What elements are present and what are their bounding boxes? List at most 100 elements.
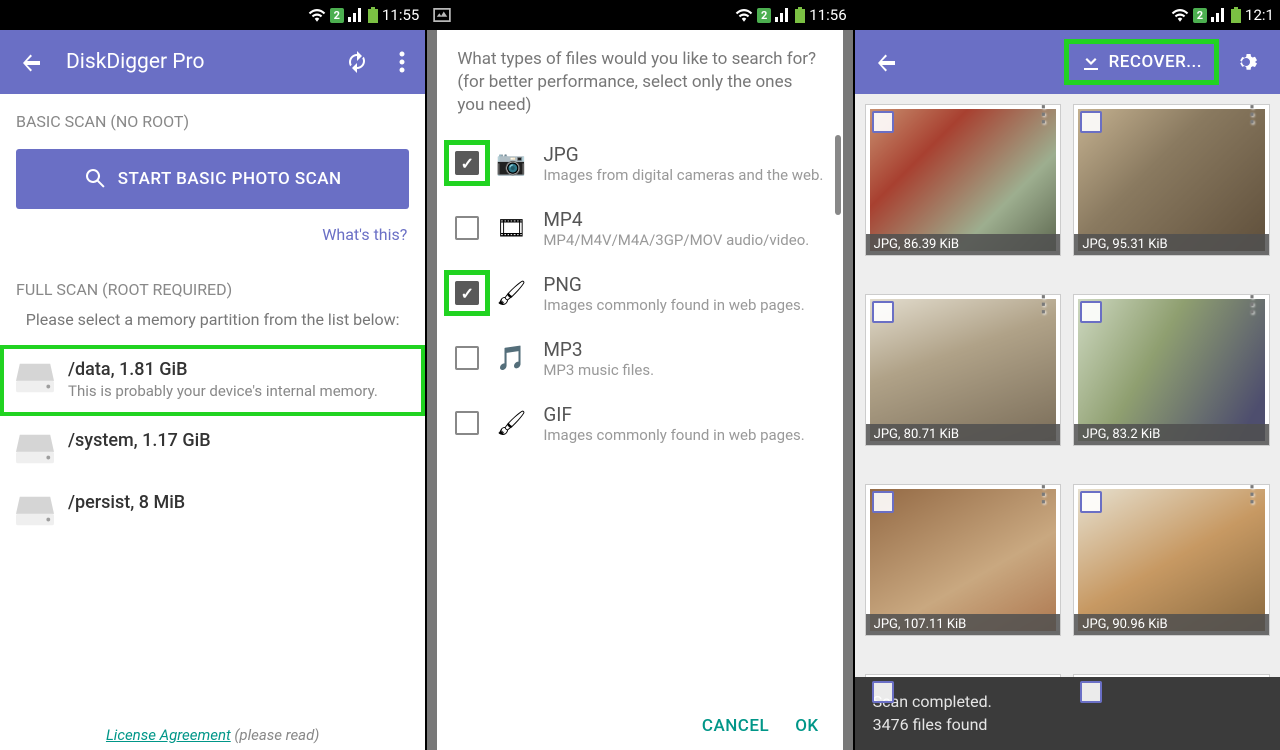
overflow-menu-button[interactable]	[391, 45, 413, 79]
file-type-icon: 🖌	[493, 275, 529, 311]
file-type-desc: MP3 music files.	[543, 361, 654, 379]
file-type-title: JPG	[543, 143, 823, 166]
clock: 12:1	[1245, 6, 1274, 24]
file-type-row[interactable]: 🎵 MP3MP3 music files.	[437, 326, 842, 391]
result-thumbnail[interactable]: ⋮ JPG, 95.31 KiB	[1073, 104, 1270, 256]
search-icon	[84, 167, 108, 191]
battery-icon	[1231, 7, 1241, 23]
sim-indicator: 2	[330, 8, 344, 23]
file-type-checkbox[interactable]	[455, 346, 479, 370]
file-type-icon: 🎞	[493, 210, 529, 246]
signal-icon	[1211, 8, 1227, 22]
results-grid[interactable]: ⋮JPG, 86.39 KiB⋮JPG, 95.31 KiB⋮JPG, 80.7…	[855, 94, 1280, 750]
scrollbar[interactable]	[835, 135, 841, 215]
file-type-desc: Images from digital cameras and the web.	[543, 166, 823, 184]
sim-indicator: 2	[1193, 8, 1207, 23]
screen-results: 2 12:1 RECOVER... ⋮JPG, 86.39 KiB⋮JPG, 9…	[855, 0, 1280, 750]
file-type-row[interactable]: 🖌 PNGImages commonly found in web pages.	[437, 261, 842, 326]
file-type-title: MP3	[543, 338, 654, 361]
file-type-row[interactable]: 🖌GIFImages commonly found in web pages.	[437, 391, 842, 456]
file-type-checkbox[interactable]	[455, 216, 479, 240]
app-bar: RECOVER...	[855, 30, 1280, 94]
file-type-checkbox[interactable]	[455, 411, 479, 435]
thumbnail-checkbox[interactable]	[1080, 491, 1102, 513]
thumbnail-menu-button[interactable]: ⋮	[1241, 301, 1263, 309]
thumbnail-checkbox[interactable]	[1080, 681, 1102, 703]
wifi-icon	[308, 8, 326, 22]
file-type-desc: MP4/M4V/M4A/3GP/MOV audio/video.	[543, 231, 809, 249]
license-tail: (please read)	[231, 726, 320, 744]
partition-item[interactable]: /data, 1.81 GiBThis is probably your dev…	[0, 345, 425, 416]
ok-button[interactable]: OK	[795, 716, 818, 736]
thumbnail-caption: JPG, 83.2 KiB	[1074, 424, 1269, 445]
status-bar: 2 11:56	[427, 0, 852, 30]
start-basic-scan-label: START BASIC PHOTO SCAN	[118, 169, 342, 189]
file-type-dialog: What types of files would you like to se…	[437, 30, 842, 750]
thumbnail-checkbox[interactable]	[872, 491, 894, 513]
clock: 11:55	[382, 6, 419, 24]
file-type-row[interactable]: 🎞 MP4MP4/M4V/M4A/3GP/MOV audio/video.	[437, 196, 842, 261]
thumbnail-checkbox[interactable]	[1080, 301, 1102, 323]
thumbnail-checkbox[interactable]	[1080, 111, 1102, 133]
battery-icon	[368, 7, 378, 23]
partition-name: /system, 1.17 GiB	[68, 430, 211, 451]
thumbnail-checkbox[interactable]	[872, 681, 894, 703]
download-icon	[1081, 52, 1101, 72]
clock: 11:56	[809, 6, 846, 24]
file-type-row[interactable]: 📷 JPGImages from digital cameras and the …	[437, 131, 842, 196]
recover-button[interactable]: RECOVER...	[1069, 44, 1214, 80]
app-bar: DiskDigger Pro	[0, 30, 425, 94]
start-basic-scan-button[interactable]: START BASIC PHOTO SCAN	[16, 149, 409, 209]
file-type-icon: 🖌	[493, 405, 529, 441]
thumbnail-menu-button[interactable]: ⋮	[1032, 111, 1054, 119]
screen-basic-scan: 2 11:55 DiskDigger Pro BASIC SCAN (NO RO…	[0, 0, 425, 750]
result-thumbnail[interactable]: ⋮ JPG, 83.2 KiB	[1073, 294, 1270, 446]
dialog-question: What types of files would you like to se…	[437, 48, 842, 131]
full-scan-description: Please select a memory partition from th…	[0, 309, 425, 345]
result-thumbnail[interactable]: ⋮ JPG, 107.11 KiB	[865, 484, 1062, 636]
screenshot-icon	[433, 8, 451, 22]
result-thumbnail[interactable]: ⋮ JPG, 80.71 KiB	[865, 294, 1062, 446]
back-button[interactable]	[867, 44, 907, 80]
license-link[interactable]: License Agreement	[106, 726, 231, 744]
screen-file-types: 2 11:56 License Agreement (please read) …	[427, 0, 852, 750]
basic-scan-section-label: BASIC SCAN (NO ROOT)	[0, 94, 425, 141]
file-type-desc: Images commonly found in web pages.	[543, 426, 804, 444]
wifi-icon	[735, 8, 753, 22]
file-type-icon: 📷	[493, 145, 529, 181]
result-thumbnail[interactable]: ⋮ JPG, 90.96 KiB	[1073, 484, 1270, 636]
file-type-title: MP4	[543, 208, 809, 231]
app-title: DiskDigger Pro	[66, 50, 323, 74]
partition-item[interactable]: /system, 1.17 GiB	[0, 416, 425, 478]
thumbnail-caption: JPG, 95.31 KiB	[1074, 234, 1269, 255]
license-footer: License Agreement (please read)	[0, 726, 425, 744]
signal-icon	[775, 8, 791, 22]
settings-button[interactable]	[1228, 44, 1268, 80]
back-button[interactable]	[12, 44, 52, 80]
file-type-desc: Images commonly found in web pages.	[543, 296, 804, 314]
file-type-icon: 🎵	[493, 340, 529, 376]
sim-indicator: 2	[757, 8, 771, 23]
partition-name: /data, 1.81 GiB	[68, 359, 378, 380]
cancel-button[interactable]: CANCEL	[702, 716, 769, 736]
thumbnail-menu-button[interactable]: ⋮	[1032, 301, 1054, 309]
partition-item[interactable]: /persist, 8 MiB	[0, 478, 425, 540]
file-type-checkbox[interactable]	[455, 281, 479, 305]
recover-label: RECOVER...	[1109, 52, 1202, 72]
snackbar-line2: 3476 files found	[873, 714, 1262, 736]
partition-name: /persist, 8 MiB	[68, 492, 185, 513]
file-type-checkbox[interactable]	[455, 151, 479, 175]
refresh-button[interactable]	[337, 44, 377, 80]
thumbnail-checkbox[interactable]	[872, 111, 894, 133]
thumbnail-caption: JPG, 90.96 KiB	[1074, 614, 1269, 635]
file-type-title: PNG	[543, 273, 804, 296]
thumbnail-menu-button[interactable]: ⋮	[1241, 491, 1263, 499]
result-thumbnail[interactable]: ⋮JPG, 86.39 KiB	[865, 104, 1062, 256]
thumbnail-checkbox[interactable]	[872, 301, 894, 323]
thumbnail-menu-button[interactable]: ⋮	[1241, 111, 1263, 119]
thumbnail-menu-button[interactable]: ⋮	[1032, 491, 1054, 499]
thumbnail-caption: JPG, 80.71 KiB	[866, 424, 1061, 445]
whats-this-link[interactable]: What's this?	[0, 217, 425, 262]
thumbnail-caption: JPG, 107.11 KiB	[866, 614, 1061, 635]
status-bar: 2 12:1	[855, 0, 1280, 30]
